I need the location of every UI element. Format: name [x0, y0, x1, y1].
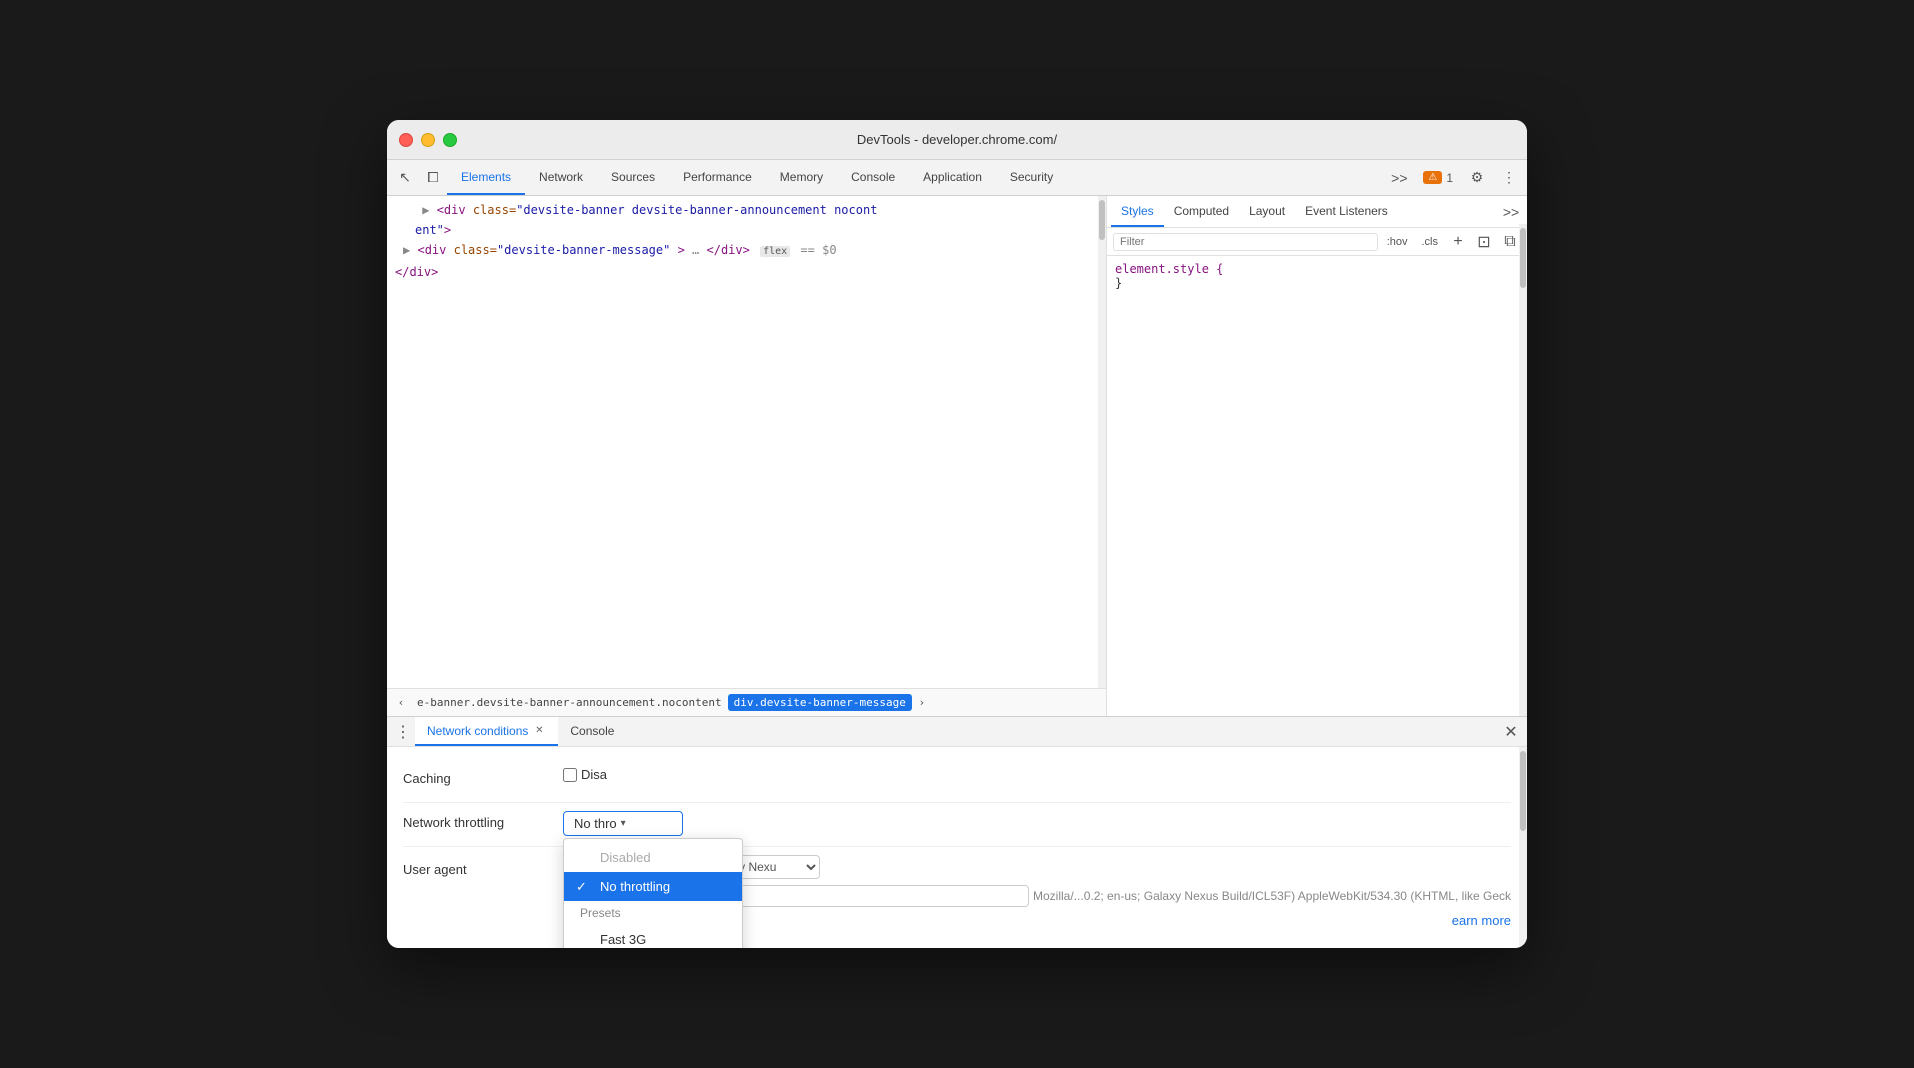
maximize-button[interactable]: [443, 133, 457, 147]
tab-layout[interactable]: Layout: [1239, 196, 1295, 227]
close-bottom-panel-button[interactable]: ✕: [1499, 720, 1523, 744]
cls-button[interactable]: .cls: [1417, 235, 1444, 249]
right-scrollbar-thumb[interactable]: [1520, 228, 1526, 288]
caching-row: Caching Disa: [403, 759, 1511, 803]
throttling-control: No thro ▾ Disabled ✓ No throttling: [563, 811, 1511, 836]
tab-security[interactable]: Security: [996, 160, 1067, 195]
dom-line-3: ▶ <div class="devsite-banner-message" > …: [387, 240, 1106, 262]
expand-arrow-1[interactable]: ▶: [422, 203, 429, 217]
flex-badge: flex: [760, 246, 790, 257]
vertical-dots-icon: ⋮: [1502, 169, 1516, 186]
bottom-panel-menu-button[interactable]: ⋮: [391, 720, 415, 744]
learn-more-link[interactable]: earn more: [1452, 913, 1511, 928]
tab-styles[interactable]: Styles: [1111, 196, 1164, 227]
network-conditions-content: Caching Disa Network throttling No thro …: [387, 747, 1527, 948]
tab-network-conditions[interactable]: Network conditions ✕: [415, 717, 558, 746]
tab-elements[interactable]: Elements: [447, 160, 525, 195]
title-bar: DevTools - developer.chrome.com/: [387, 120, 1527, 160]
traffic-lights: [399, 133, 457, 147]
device-mode-button[interactable]: ⧠: [419, 164, 447, 192]
cursor-icon: ↖: [399, 169, 411, 186]
checkmark-icon: ✓: [576, 879, 587, 895]
breadcrumb-item-2[interactable]: div.devsite-banner-message: [728, 694, 912, 711]
warnings-button[interactable]: ⚠ 1: [1417, 169, 1459, 187]
devtools-window: DevTools - developer.chrome.com/ ↖ ⧠ Ele…: [387, 120, 1527, 948]
caching-checkbox[interactable]: [563, 768, 577, 782]
settings-button[interactable]: ⚙: [1463, 164, 1491, 192]
device-icon: ⧠: [427, 169, 438, 186]
add-style-button[interactable]: +: [1447, 231, 1469, 253]
close-network-conditions-tab[interactable]: ✕: [532, 724, 546, 738]
scrollbar-thumb[interactable]: [1099, 200, 1105, 240]
styles-filter-bar: :hov .cls + ⊡ ⧉: [1107, 228, 1527, 256]
tab-network[interactable]: Network: [525, 160, 597, 195]
dom-line-4: </div>: [387, 262, 1106, 282]
tab-console[interactable]: Console: [837, 160, 909, 195]
bottom-scrollbar-track: [1519, 747, 1527, 948]
scrollbar-track: [1098, 196, 1106, 688]
tab-application[interactable]: Application: [909, 160, 996, 195]
tab-memory[interactable]: Memory: [766, 160, 837, 195]
tab-sources[interactable]: Sources: [597, 160, 669, 195]
gear-icon: ⚙: [1471, 169, 1484, 186]
throttle-dropdown-container: No thro ▾ Disabled ✓ No throttling: [563, 811, 683, 836]
menu-item-disabled: Disabled: [564, 843, 742, 872]
caching-control: Disa: [563, 767, 1511, 782]
dropdown-arrow-icon: ▾: [621, 818, 626, 829]
tab-performance[interactable]: Performance: [669, 160, 766, 195]
bottom-scrollbar-thumb[interactable]: [1520, 751, 1526, 831]
presets-header: Presets: [564, 901, 742, 925]
throttle-selected-value: No thro: [574, 816, 617, 831]
caching-checkbox-label: Disa: [563, 767, 607, 782]
more-tabs-right-button[interactable]: >>: [1499, 200, 1523, 224]
menu-item-fast3g[interactable]: Fast 3G: [564, 925, 742, 948]
caching-label: Caching: [403, 767, 563, 786]
warning-badge: ⚠: [1423, 171, 1442, 184]
dom-line-2: ent">: [387, 220, 1106, 240]
throttle-dropdown-menu: Disabled ✓ No throttling Presets Fast 3G: [563, 838, 743, 948]
bottom-tabs-bar: ⋮ Network conditions ✕ Console ✕: [387, 717, 1527, 747]
devtools-toolbar: ↖ ⧠ Elements Network Sources Performance…: [387, 160, 1527, 196]
tab-computed[interactable]: Computed: [1164, 196, 1239, 227]
bottom-panel: ⋮ Network conditions ✕ Console ✕ Caching…: [387, 716, 1527, 948]
breadcrumb-prev[interactable]: ‹: [391, 693, 411, 713]
main-tabs: Elements Network Sources Performance Mem…: [447, 160, 1385, 195]
more-tabs-button[interactable]: >>: [1385, 164, 1413, 192]
dom-line-1: ▶ <div class="devsite-banner devsite-ban…: [387, 200, 1106, 220]
inspect-style-button[interactable]: ⊡: [1473, 231, 1495, 253]
more-options-button[interactable]: ⋮: [1495, 164, 1523, 192]
minimize-button[interactable]: [421, 133, 435, 147]
throttle-select-button[interactable]: No thro ▾: [563, 811, 683, 836]
warning-count: 1: [1446, 171, 1453, 185]
toolbar-right: >> ⚠ 1 ⚙ ⋮: [1385, 164, 1523, 192]
styles-tabs: Styles Computed Layout Event Listeners >…: [1107, 196, 1527, 228]
throttling-label: Network throttling: [403, 811, 563, 830]
right-scrollbar-track: [1519, 224, 1527, 716]
hov-button[interactable]: :hov: [1382, 235, 1413, 249]
element-style-rule: element.style { }: [1115, 262, 1519, 290]
styles-filter-input[interactable]: [1113, 233, 1378, 251]
breadcrumb: ‹ e-banner.devsite-banner-announcement.n…: [387, 688, 1106, 716]
chevron-right-icon: >>: [1391, 170, 1407, 186]
toggle-sidebar-button[interactable]: ⧉: [1499, 231, 1521, 253]
breadcrumb-next[interactable]: ›: [912, 693, 932, 713]
expand-arrow-2[interactable]: ▶: [403, 243, 410, 257]
menu-item-no-throttling[interactable]: ✓ No throttling: [564, 872, 742, 901]
breadcrumb-item-1[interactable]: e-banner.devsite-banner-announcement.noc…: [411, 694, 728, 711]
close-button[interactable]: [399, 133, 413, 147]
inspect-element-button[interactable]: ↖: [391, 164, 419, 192]
window-title: DevTools - developer.chrome.com/: [857, 132, 1057, 147]
elements-panel: ▶ <div class="devsite-banner devsite-ban…: [387, 196, 1107, 716]
ua-string-value: Mozilla/...0.2; en-us; Galaxy Nexus Buil…: [1033, 889, 1511, 903]
style-rules: element.style { }: [1107, 256, 1527, 716]
tab-event-listeners[interactable]: Event Listeners: [1295, 196, 1398, 227]
throttling-row: Network throttling No thro ▾ Disabled: [403, 803, 1511, 847]
dom-tree[interactable]: ▶ <div class="devsite-banner devsite-ban…: [387, 196, 1106, 688]
disabled-label: Disabled: [600, 850, 651, 865]
main-area: ▶ <div class="devsite-banner devsite-ban…: [387, 196, 1527, 716]
user-agent-label: User agent: [403, 858, 563, 877]
styles-panel: Styles Computed Layout Event Listeners >…: [1107, 196, 1527, 716]
tab-bottom-console[interactable]: Console: [558, 717, 626, 746]
